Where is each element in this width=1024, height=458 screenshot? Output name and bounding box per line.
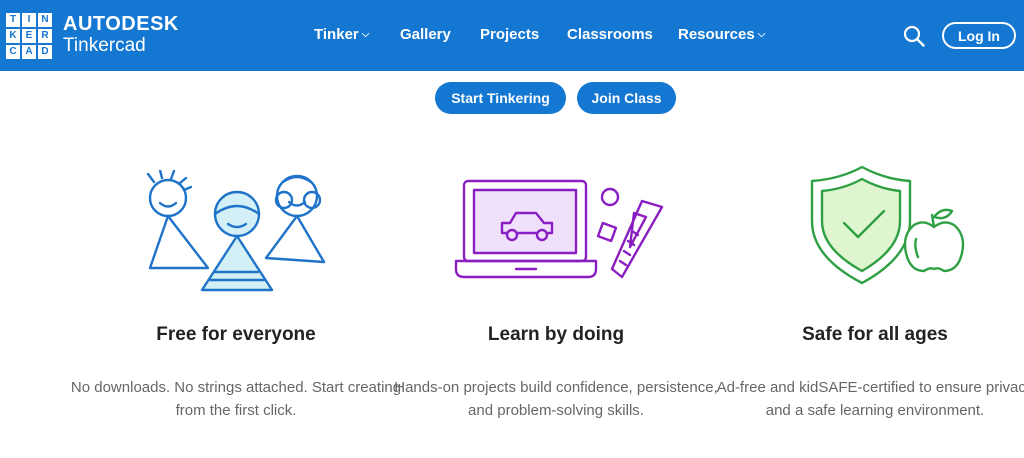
kids-group-illustration bbox=[146, 170, 326, 292]
logo-letter: C bbox=[6, 45, 20, 59]
logo-letter: T bbox=[6, 13, 20, 27]
brand-autodesk[interactable]: AUTODESK bbox=[63, 13, 179, 36]
logo-letter: K bbox=[6, 29, 20, 43]
nav-tinker-label: Tinker bbox=[314, 26, 359, 43]
start-tinkering-button[interactable]: Start Tinkering bbox=[435, 82, 566, 114]
feature-title-safe: Safe for all ages bbox=[802, 324, 948, 345]
chevron-down-icon: ⌵ bbox=[361, 29, 370, 40]
tinkercad-logo[interactable]: T I N K E R C A D bbox=[6, 13, 52, 59]
chevron-down-icon: ⌵ bbox=[757, 29, 766, 40]
shield-apple-illustration bbox=[810, 165, 965, 285]
nav-resources-label: Resources bbox=[678, 26, 755, 43]
top-navigation-bar: T I N K E R C A D AUTODESK Tinkercad Tin… bbox=[0, 0, 1024, 71]
logo-letter: E bbox=[22, 29, 36, 43]
feature-title-learn: Learn by doing bbox=[487, 324, 625, 345]
logo-letter: D bbox=[38, 45, 52, 59]
nav-projects[interactable]: Projects bbox=[480, 26, 539, 43]
logo-letter: R bbox=[38, 29, 52, 43]
feature-desc-free: No downloads. No strings attached. Start… bbox=[70, 379, 402, 419]
brand-tinkercad[interactable]: Tinkercad bbox=[63, 35, 146, 57]
feature-desc-safe: Ad-free and kidSAFE-certified to ensure … bbox=[716, 379, 1024, 419]
logo-letter: I bbox=[22, 13, 36, 27]
nav-classrooms[interactable]: Classrooms bbox=[567, 26, 653, 43]
feature-desc-learn: Hands-on projects build confidence, pers… bbox=[394, 379, 718, 419]
nav-projects-label: Projects bbox=[480, 26, 540, 43]
logo-letter: N bbox=[38, 13, 52, 27]
nav-resources[interactable]: Resources ⌵ bbox=[678, 26, 765, 43]
join-class-button[interactable]: Join Class bbox=[577, 82, 676, 114]
nav-classrooms-label: Classrooms bbox=[567, 26, 653, 43]
laptop-car-illustration bbox=[454, 179, 664, 279]
feature-title-free: Free for everyone bbox=[156, 324, 316, 345]
nav-gallery-label: Gallery bbox=[400, 26, 451, 43]
login-button[interactable]: Log In bbox=[942, 22, 1016, 49]
search-icon[interactable] bbox=[902, 24, 926, 48]
nav-gallery[interactable]: Gallery bbox=[400, 26, 451, 43]
logo-letter: A bbox=[22, 45, 36, 59]
nav-tinker[interactable]: Tinker ⌵ bbox=[314, 26, 369, 43]
